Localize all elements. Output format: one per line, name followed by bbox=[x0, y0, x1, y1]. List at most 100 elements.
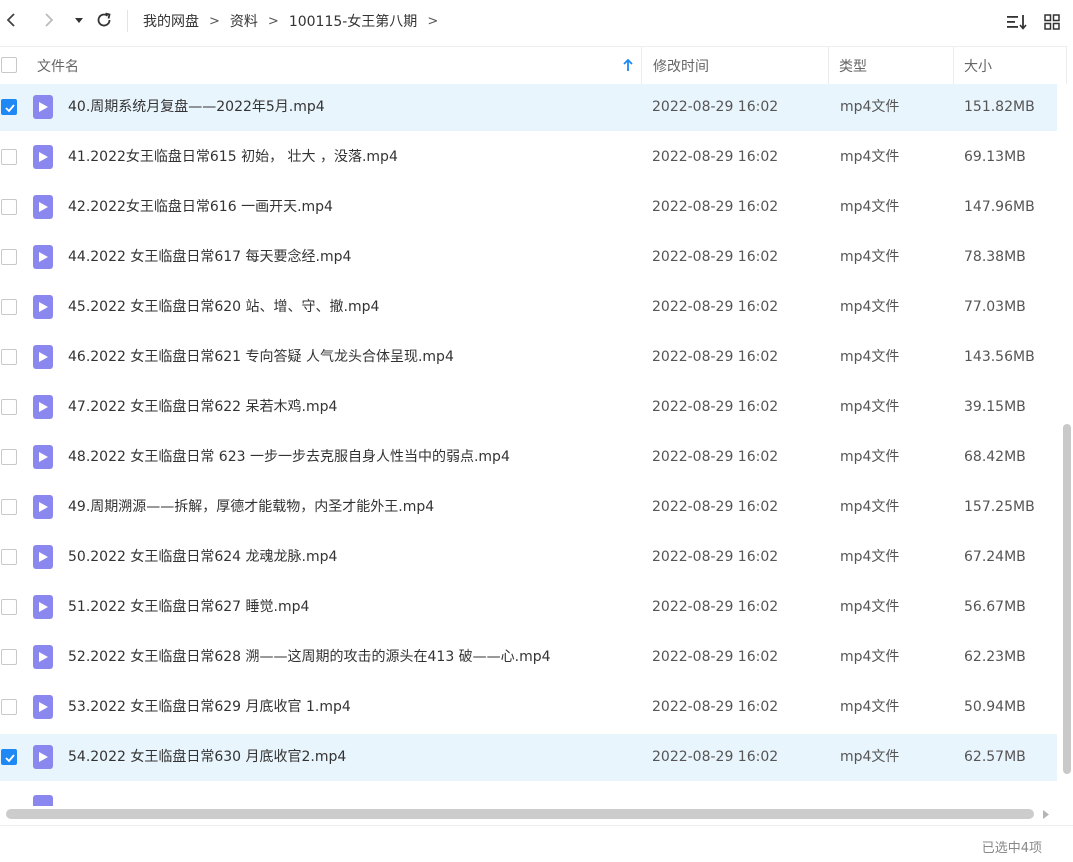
table-row[interactable]: 49.周期溯源——拆解，厚德才能载物，内圣才能外王.mp4 2022-08-29 … bbox=[0, 484, 1057, 531]
file-size: 143.56MB bbox=[964, 349, 1035, 365]
row-checkbox[interactable] bbox=[1, 249, 17, 265]
column-header-size[interactable]: 大小 bbox=[964, 47, 1064, 84]
play-icon bbox=[39, 152, 48, 162]
file-type: mp4文件 bbox=[840, 99, 900, 115]
toolbar: 我的网盘 > 资料 > 100115-女王第八期 > bbox=[0, 0, 1073, 42]
table-row[interactable]: 45.2022 女王临盘日常620 站、增、守、撤.mp4 2022-08-29 … bbox=[0, 284, 1057, 331]
row-checkbox[interactable] bbox=[1, 599, 17, 615]
table-row[interactable]: 53.2022 女王临盘日常629 月底收官 1.mp4 2022-08-29 1… bbox=[0, 684, 1057, 731]
table-row[interactable]: 44.2022 女王临盘日常617 每天要念经.mp4 2022-08-29 16… bbox=[0, 234, 1057, 281]
file-size: 151.82MB bbox=[964, 99, 1035, 115]
file-name[interactable]: 54.2022 女王临盘日常630 月底收官2.mp4 bbox=[68, 747, 346, 767]
breadcrumb-item-current[interactable]: 100115-女王第八期 bbox=[289, 11, 418, 31]
file-size: 50.94MB bbox=[964, 699, 1026, 715]
file-name[interactable]: 52.2022 女王临盘日常628 溯——这周期的攻击的源头在413 破——心.… bbox=[68, 647, 551, 667]
column-divider[interactable] bbox=[953, 47, 954, 84]
horizontal-scrollbar[interactable] bbox=[0, 806, 1059, 822]
vertical-scrollbar-thumb[interactable] bbox=[1063, 424, 1071, 774]
file-name[interactable]: 44.2022 女王临盘日常617 每天要念经.mp4 bbox=[68, 247, 351, 267]
table-row[interactable]: 41.2022女王临盘日常615 初始， 壮大 ，没落.mp4 2022-08-2… bbox=[0, 134, 1057, 181]
breadcrumb: 我的网盘 > 资料 > 100115-女王第八期 > bbox=[143, 11, 448, 31]
file-size: 39.15MB bbox=[964, 399, 1026, 415]
file-name[interactable]: 49.周期溯源——拆解，厚德才能载物，内圣才能外王.mp4 bbox=[68, 497, 434, 517]
table-row-partial[interactable] bbox=[0, 784, 1057, 806]
play-icon bbox=[39, 652, 48, 662]
table-row[interactable]: 54.2022 女王临盘日常630 月底收官2.mp4 2022-08-29 16… bbox=[0, 734, 1057, 781]
toolbar-divider bbox=[127, 10, 128, 32]
file-modified-time: 2022-08-29 16:02 bbox=[652, 549, 779, 565]
column-divider bbox=[1066, 47, 1067, 84]
table-row[interactable]: 42.2022女王临盘日常616 一画开天.mp4 2022-08-29 16:0… bbox=[0, 184, 1057, 231]
file-size: 78.38MB bbox=[964, 249, 1026, 265]
column-header-name-label: 文件名 bbox=[37, 58, 79, 75]
file-size: 147.96MB bbox=[964, 199, 1035, 215]
file-name[interactable]: 51.2022 女王临盘日常627 睡觉.mp4 bbox=[68, 597, 309, 617]
row-checkbox[interactable] bbox=[1, 399, 17, 415]
file-name[interactable]: 53.2022 女王临盘日常629 月底收官 1.mp4 bbox=[68, 697, 351, 717]
table-row[interactable]: 46.2022 女王临盘日常621 专向答疑 人气龙头合体呈现.mp4 2022-… bbox=[0, 334, 1057, 381]
file-name[interactable]: 45.2022 女王临盘日常620 站、增、守、撤.mp4 bbox=[68, 297, 379, 317]
file-name[interactable]: 42.2022女王临盘日常616 一画开天.mp4 bbox=[68, 197, 333, 217]
play-icon bbox=[39, 102, 48, 112]
table-row[interactable]: 40.周期系统月复盘——2022年5月.mp4 2022-08-29 16:02 m… bbox=[0, 84, 1057, 131]
chevron-left-icon bbox=[6, 13, 15, 27]
column-header-type[interactable]: 类型 bbox=[839, 47, 953, 84]
row-checkbox[interactable] bbox=[1, 499, 17, 515]
refresh-button[interactable] bbox=[93, 9, 115, 31]
sort-button[interactable] bbox=[1006, 11, 1028, 33]
checkmark-icon bbox=[5, 104, 15, 113]
history-dropdown-button[interactable] bbox=[68, 9, 90, 31]
file-type: mp4文件 bbox=[840, 349, 900, 365]
table-row[interactable]: 48.2022 女王临盘日常 623 一步一步去克服自身人性当中的弱点.mp4 2… bbox=[0, 434, 1057, 481]
table-row[interactable]: 50.2022 女王临盘日常624 龙魂龙脉.mp4 2022-08-29 16:… bbox=[0, 534, 1057, 581]
file-name[interactable]: 47.2022 女王临盘日常622 呆若木鸡.mp4 bbox=[68, 397, 337, 417]
file-name[interactable]: 46.2022 女王临盘日常621 专向答疑 人气龙头合体呈现.mp4 bbox=[68, 347, 454, 367]
file-type: mp4文件 bbox=[840, 599, 900, 615]
column-divider[interactable] bbox=[641, 47, 642, 84]
row-checkbox[interactable] bbox=[1, 449, 17, 465]
row-checkbox[interactable] bbox=[1, 649, 17, 665]
file-modified-time: 2022-08-29 16:02 bbox=[652, 749, 779, 765]
file-name[interactable]: 48.2022 女王临盘日常 623 一步一步去克服自身人性当中的弱点.mp4 bbox=[68, 447, 510, 467]
column-divider[interactable] bbox=[828, 47, 829, 84]
file-size: 69.13MB bbox=[964, 149, 1026, 165]
row-checkbox[interactable] bbox=[1, 349, 17, 365]
file-name[interactable]: 41.2022女王临盘日常615 初始， 壮大 ，没落.mp4 bbox=[68, 147, 398, 167]
vertical-scrollbar[interactable] bbox=[1059, 84, 1073, 806]
select-all-checkbox[interactable] bbox=[1, 57, 17, 73]
column-header-size-label: 大小 bbox=[964, 58, 992, 75]
row-checkbox[interactable] bbox=[1, 699, 17, 715]
horizontal-scrollbar-thumb[interactable] bbox=[6, 809, 1034, 819]
video-file-icon bbox=[33, 245, 53, 269]
table-row[interactable]: 51.2022 女王临盘日常627 睡觉.mp4 2022-08-29 16:02… bbox=[0, 584, 1057, 631]
row-checkbox[interactable] bbox=[1, 549, 17, 565]
row-checkbox[interactable] bbox=[1, 299, 17, 315]
play-icon bbox=[39, 702, 48, 712]
table-row[interactable]: 47.2022 女王临盘日常622 呆若木鸡.mp4 2022-08-29 16:… bbox=[0, 384, 1057, 431]
file-type: mp4文件 bbox=[840, 249, 900, 265]
back-button[interactable] bbox=[0, 9, 22, 31]
play-icon bbox=[39, 302, 48, 312]
file-type: mp4文件 bbox=[840, 649, 900, 665]
row-checkbox[interactable] bbox=[1, 749, 17, 765]
file-name[interactable]: 40.周期系统月复盘——2022年5月.mp4 bbox=[68, 97, 325, 117]
breadcrumb-separator: > bbox=[267, 13, 279, 29]
table-row[interactable]: 52.2022 女王临盘日常628 溯——这周期的攻击的源头在413 破——心.… bbox=[0, 634, 1057, 681]
refresh-icon bbox=[97, 12, 111, 27]
breadcrumb-item-root[interactable]: 我的网盘 bbox=[143, 11, 199, 31]
file-type: mp4文件 bbox=[840, 199, 900, 215]
breadcrumb-item-folder[interactable]: 资料 bbox=[230, 11, 258, 31]
column-header-modified[interactable]: 修改时间 bbox=[653, 47, 828, 84]
play-icon bbox=[39, 602, 48, 612]
file-type: mp4文件 bbox=[840, 699, 900, 715]
row-checkbox[interactable] bbox=[1, 149, 17, 165]
grid-view-icon bbox=[1044, 14, 1060, 30]
row-checkbox[interactable] bbox=[1, 199, 17, 215]
forward-button[interactable] bbox=[38, 9, 60, 31]
grid-view-button[interactable] bbox=[1041, 11, 1063, 33]
scroll-right-arrow-icon[interactable] bbox=[1043, 810, 1049, 819]
video-file-icon bbox=[33, 95, 53, 119]
file-name[interactable]: 50.2022 女王临盘日常624 龙魂龙脉.mp4 bbox=[68, 547, 337, 567]
row-checkbox[interactable] bbox=[1, 99, 17, 115]
column-header-name[interactable]: 文件名 bbox=[37, 47, 641, 84]
